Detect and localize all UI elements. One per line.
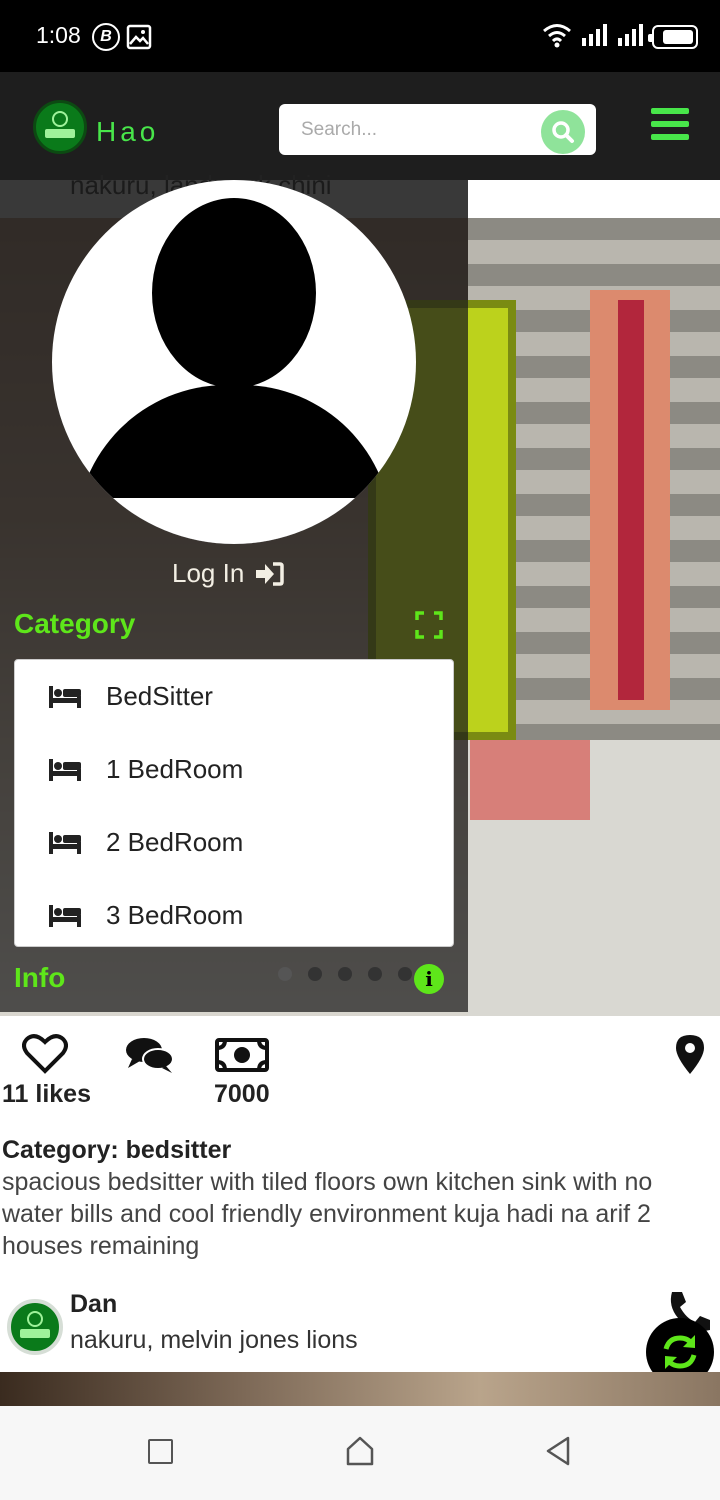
expand-icon[interactable] xyxy=(415,611,443,643)
login-button[interactable]: Log In xyxy=(172,558,285,589)
category-list: BedSitter 1 BedRoom 2 BedRoom 3 BedRoom xyxy=(14,659,454,947)
b-badge-icon: B xyxy=(92,23,120,51)
hamburger-menu-button[interactable] xyxy=(651,108,689,144)
status-time: 1:08 xyxy=(36,22,81,48)
category-item-2-bedroom[interactable]: 2 BedRoom xyxy=(15,806,453,879)
comments-icon[interactable] xyxy=(124,1035,176,1079)
wifi-icon xyxy=(542,22,572,52)
category-item-label: 1 BedRoom xyxy=(106,754,244,784)
money-bill-icon xyxy=(215,1038,269,1076)
heart-icon[interactable] xyxy=(22,1032,68,1078)
status-bar: 1:08 B xyxy=(0,0,720,72)
likes-count: 11 likes xyxy=(2,1080,91,1108)
search-icon xyxy=(552,121,574,143)
avatar-cut xyxy=(52,498,416,544)
category-item-label: 3 BedRoom xyxy=(106,900,244,930)
poster-avatar[interactable] xyxy=(7,1299,63,1355)
signal-icon-2 xyxy=(616,24,644,50)
category-item-bedsitter[interactable]: BedSitter xyxy=(15,660,453,733)
app-name: Hao xyxy=(96,116,160,147)
carousel-dot[interactable] xyxy=(338,967,352,981)
feed-gap xyxy=(468,180,720,218)
image-notification-icon xyxy=(126,24,152,54)
post-description: spacious bedsitter with tiled floors own… xyxy=(2,1168,653,1260)
post-price: 7000 xyxy=(214,1080,270,1108)
back-button[interactable] xyxy=(544,1435,572,1471)
recent-apps-button[interactable] xyxy=(148,1439,173,1464)
photo-pillar-stripe xyxy=(618,300,644,700)
bed-icon xyxy=(49,685,81,708)
signal-icon xyxy=(580,24,608,50)
photo-carousel-dots[interactable] xyxy=(278,967,412,981)
info-heading: Info xyxy=(14,962,66,993)
sync-icon xyxy=(663,1335,697,1369)
carousel-dot[interactable] xyxy=(398,967,412,981)
app-logo-icon[interactable] xyxy=(33,100,87,154)
bed-icon xyxy=(49,904,81,927)
home-button[interactable] xyxy=(345,1435,375,1471)
carousel-dot[interactable] xyxy=(308,967,322,981)
category-item-3-bedroom[interactable]: 3 BedRoom xyxy=(15,879,453,946)
poster-name: Dan xyxy=(70,1290,118,1318)
sign-in-icon xyxy=(256,561,285,586)
battery-icon xyxy=(648,25,698,49)
next-post-photo[interactable] xyxy=(0,1372,720,1406)
post-actions xyxy=(0,1016,720,1136)
login-label: Log In xyxy=(172,558,245,588)
map-pin-icon[interactable] xyxy=(673,1033,707,1079)
carousel-dot[interactable] xyxy=(368,967,382,981)
post-category: Category: bedsitter xyxy=(2,1136,232,1164)
avatar-head xyxy=(152,198,316,388)
photo-step xyxy=(470,740,590,820)
carousel-dot[interactable] xyxy=(278,967,292,981)
info-icon[interactable]: i xyxy=(414,964,444,994)
poster-location: nakuru, melvin jones lions xyxy=(70,1326,358,1354)
profile-avatar[interactable] xyxy=(52,180,416,544)
category-heading: Category xyxy=(14,608,136,639)
bed-icon xyxy=(49,831,81,854)
category-item-label: 2 BedRoom xyxy=(106,827,244,857)
category-item-label: BedSitter xyxy=(106,681,213,711)
bed-icon xyxy=(49,758,81,781)
search-button[interactable] xyxy=(541,110,585,154)
category-item-1-bedroom[interactable]: 1 BedRoom xyxy=(15,733,453,806)
